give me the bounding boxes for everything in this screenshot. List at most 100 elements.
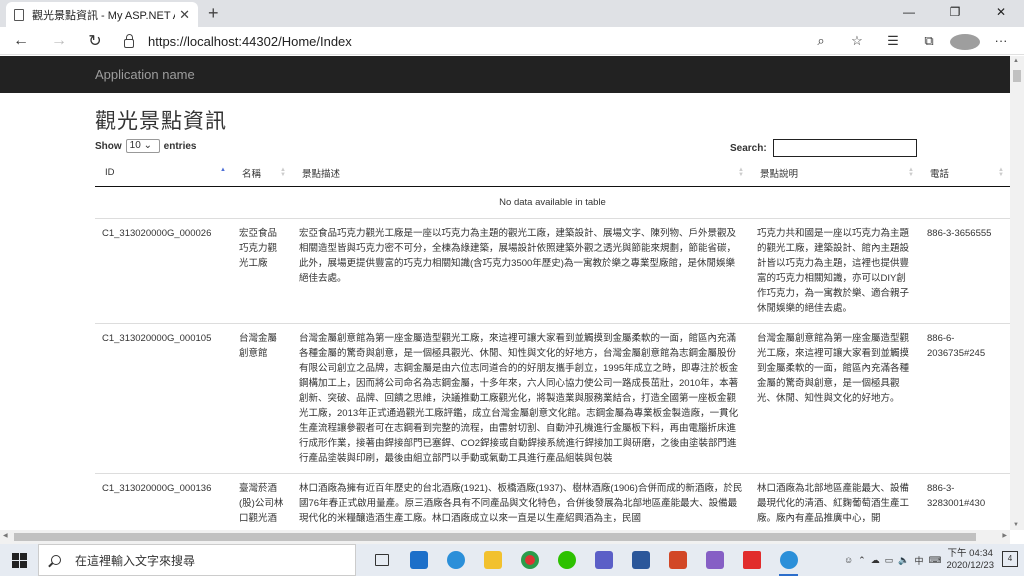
- clock-time: 下午 04:34: [947, 548, 993, 559]
- taskbar: 在這裡輸入文字來搜尋 ☺ ⌃ ☁ ▭ 🔈 中 ⌨ 下午 04:34 2020/1…: [0, 544, 1024, 576]
- page-title: 觀光景點資訊: [95, 110, 227, 133]
- brand-link[interactable]: Application name: [95, 67, 195, 82]
- scroll-thumb[interactable]: [14, 533, 976, 541]
- close-tab-icon[interactable]: ✕: [179, 7, 190, 23]
- sort-icon: ▲ ▼: [998, 167, 1004, 178]
- new-tab-button[interactable]: +: [208, 3, 219, 24]
- people-icon[interactable]: ☺: [844, 555, 853, 565]
- mail-icon[interactable]: [405, 548, 432, 572]
- window-controls: — ❐ ✕: [886, 0, 1024, 25]
- chrome-icon[interactable]: [516, 548, 543, 572]
- sort-asc-icon: ▲: [220, 167, 226, 173]
- attractions-table: ID ▲ 名稱 ▲ ▼ 景點描述 ▲ ▼ 景點說明 ▲ ▼ 電話 ▲ ▼ No data avai…: [95, 160, 1010, 530]
- empty-row: No data available in table: [95, 186, 1010, 218]
- horizontal-scrollbar[interactable]: ◀ ▶: [0, 530, 1010, 544]
- browser-toolbar: ← → ↻ https://localhost:44302/Home/Index…: [0, 27, 1024, 55]
- cell-desc: 台灣金屬創意館為第一座金屬造型觀光工廠，來這裡可讓大家看到並觸摸到金屬柔軟的一面…: [292, 322, 750, 473]
- clock[interactable]: 下午 04:34 2020/12/23: [946, 548, 994, 572]
- edge-active-icon[interactable]: [775, 548, 802, 576]
- teams-icon[interactable]: [590, 548, 617, 572]
- table-row: C1_313020000G_000105 台灣金屬創意館 台灣金屬創意館為第一座…: [95, 322, 1010, 473]
- sort-icon: ▲ ▼: [908, 167, 914, 178]
- more-icon[interactable]: ···: [986, 30, 1016, 52]
- search-label: Search:: [730, 142, 767, 154]
- favorite-star-icon[interactable]: ☆: [842, 30, 872, 52]
- search-input[interactable]: [772, 139, 917, 157]
- search-control: Search:: [730, 139, 917, 157]
- notification-badge[interactable]: 4: [1002, 551, 1018, 567]
- avatar: [950, 33, 980, 50]
- minimize-button[interactable]: —: [886, 0, 932, 25]
- scroll-left-icon[interactable]: ◀: [3, 532, 8, 539]
- cell-id: C1_313020000G_000105: [95, 322, 232, 473]
- taskbar-search[interactable]: 在這裡輸入文字來搜尋: [38, 544, 356, 576]
- task-view-icon[interactable]: [368, 548, 395, 572]
- cell-name: 臺灣菸酒(股)公司林口觀光酒: [232, 472, 292, 530]
- toolbar-icons: ⌕ ☆ ☰ ⧉ ···: [806, 30, 1016, 52]
- sort-icon: ▲ ▼: [280, 167, 286, 178]
- cell-info: 林口酒廠為北部地區產能最大、設備最現代化的清酒、紅麴葡萄酒生產工廠。廠內有產品推…: [750, 472, 920, 530]
- file-explorer-icon[interactable]: [479, 548, 506, 572]
- sort-icon: ▲ ▼: [738, 167, 744, 178]
- column-header-info[interactable]: 景點說明 ▲ ▼: [750, 160, 920, 187]
- scroll-right-icon[interactable]: ▶: [1002, 532, 1007, 539]
- scroll-up-icon[interactable]: ▲: [1013, 58, 1019, 64]
- wechat-icon[interactable]: [553, 548, 580, 572]
- windows-icon: [11, 552, 27, 568]
- powerpoint-icon[interactable]: [664, 548, 691, 572]
- cell-desc: 林口酒廠為擁有近百年歷史的台北酒廠(1921)、板橋酒廠(1937)、樹林酒廠(…: [292, 472, 750, 530]
- maximize-button[interactable]: ❐: [932, 0, 978, 25]
- show-label: Show: [95, 140, 122, 152]
- system-tray: ☺ ⌃ ☁ ▭ 🔈 中 ⌨ 下午 04:34 2020/12/23: [844, 544, 994, 576]
- cell-id: C1_313020000G_000026: [95, 217, 232, 323]
- column-header-desc[interactable]: 景點描述 ▲ ▼: [292, 160, 750, 187]
- edge-icon[interactable]: [442, 548, 469, 572]
- visual-studio-icon[interactable]: [701, 548, 728, 572]
- vertical-scrollbar[interactable]: ▲ ▼: [1010, 56, 1024, 530]
- cell-name: 台灣金屬創意館: [232, 322, 292, 473]
- column-header-id[interactable]: ID ▲: [95, 160, 232, 187]
- ime-indicator[interactable]: 中: [914, 554, 923, 567]
- collections-icon[interactable]: ⧉: [914, 30, 944, 52]
- tab-title: 觀光景點資訊 - My ASP.NET App: [32, 9, 175, 22]
- clock-date: 2020/12/23: [946, 560, 994, 571]
- cell-desc: 宏亞食品巧克力觀光工廠是一座以巧克力為主題的觀光工廠，建築設計、展場文字、陳列物…: [292, 217, 750, 323]
- word-icon[interactable]: [627, 548, 654, 572]
- volume-icon[interactable]: 🔈: [898, 555, 909, 566]
- address-bar[interactable]: https://localhost:44302/Home/Index: [112, 30, 870, 52]
- network-icon[interactable]: ▭: [885, 555, 894, 566]
- page-icon: [14, 8, 24, 21]
- start-button[interactable]: [0, 552, 38, 568]
- keyboard-icon[interactable]: ⌨: [928, 555, 941, 566]
- empty-message: No data available in table: [499, 196, 606, 208]
- scroll-thumb[interactable]: [1013, 70, 1021, 82]
- zoom-icon[interactable]: ⌕: [806, 30, 836, 52]
- entries-label: entries: [163, 140, 197, 152]
- browser-tab[interactable]: 觀光景點資訊 - My ASP.NET App ✕: [6, 2, 198, 27]
- favorites-icon[interactable]: ☰: [878, 30, 908, 52]
- scroll-down-icon[interactable]: ▼: [1013, 522, 1019, 528]
- cell-id: C1_313020000G_000136: [95, 472, 232, 530]
- lock-icon: [124, 33, 134, 48]
- cell-phone: 886-3-3283001#430: [920, 472, 1010, 530]
- page-length-select[interactable]: 10 ⌄: [125, 139, 160, 153]
- page-content: 觀光景點資訊 Show 10 ⌄ entries Search: ID ▲ 名稱 ▲…: [0, 93, 1010, 530]
- site-navbar: Application name: [0, 56, 1010, 93]
- cell-info: 巧克力共和國是一座以巧克力為主題的觀光工廠，建築設計、館內主題設計皆以巧克力為主…: [750, 217, 920, 323]
- profile-icon[interactable]: [950, 30, 980, 52]
- cloud-icon[interactable]: ☁: [871, 555, 880, 566]
- forward-button[interactable]: →: [44, 32, 74, 50]
- url-text: https://localhost:44302/Home/Index: [148, 33, 352, 49]
- column-header-phone[interactable]: 電話 ▲ ▼: [920, 160, 1010, 187]
- close-window-button[interactable]: ✕: [978, 0, 1024, 25]
- cell-name: 宏亞食品巧克力觀光工廠: [232, 217, 292, 323]
- back-button[interactable]: ←: [6, 32, 36, 50]
- acrobat-icon[interactable]: [738, 548, 765, 572]
- column-header-name[interactable]: 名稱 ▲ ▼: [232, 160, 292, 187]
- chevron-up-icon[interactable]: ⌃: [858, 555, 866, 566]
- table-row: C1_313020000G_000026 宏亞食品巧克力觀光工廠 宏亞食品巧克力…: [95, 217, 1010, 323]
- browser-tab-strip: 觀光景點資訊 - My ASP.NET App ✕ + — ❐ ✕: [0, 0, 1024, 27]
- reload-button[interactable]: ↻: [80, 31, 110, 51]
- taskbar-search-placeholder: 在這裡輸入文字來搜尋: [75, 553, 196, 568]
- cell-info: 台灣金屬創意館為第一座金屬造型觀光工廠，來這裡可讓大家看到並觸摸到金屬柔軟的一面…: [750, 322, 920, 473]
